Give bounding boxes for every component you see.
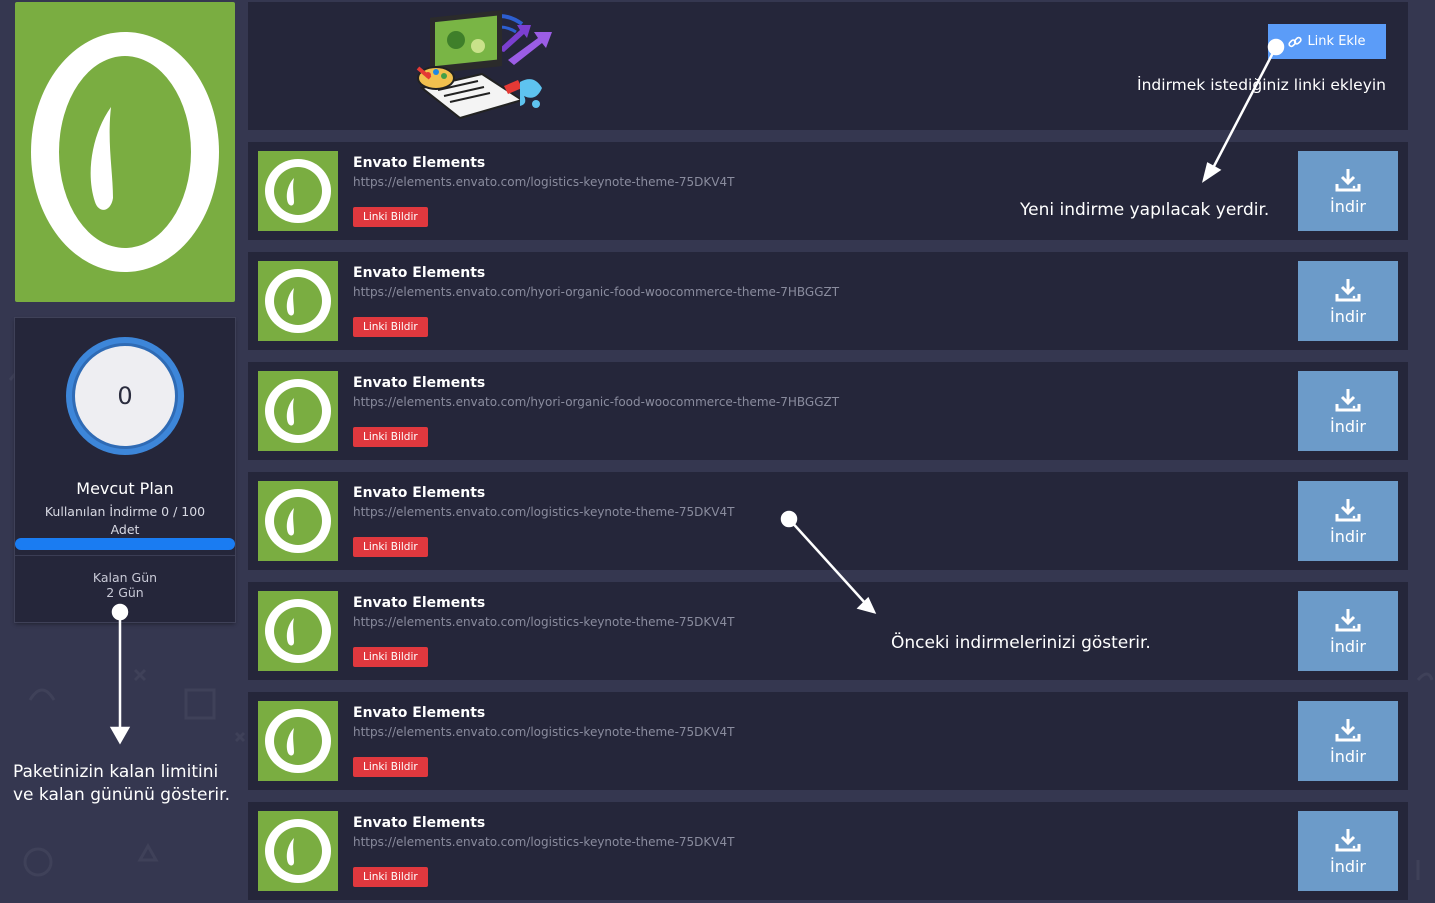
usage-gauge-value: 0 xyxy=(117,382,133,410)
annotation-previous-downloads: Önceki indirmelerinizi gösterir. xyxy=(891,633,1151,653)
remaining-days-label: Kalan Gün xyxy=(92,570,158,585)
download-button-label: İndir xyxy=(1329,526,1367,546)
download-row: Envato Elements https://elements.envato.… xyxy=(248,582,1408,680)
plan-panel: 0 Mevcut Plan Kullanılan İndirme 0 / 100… xyxy=(15,318,235,622)
download-button[interactable]: İndir xyxy=(1298,261,1398,341)
envato-thumbnail xyxy=(258,481,338,561)
annotation-package-line: Paketinizin kalan limitini xyxy=(13,762,219,782)
envato-leaf-icon xyxy=(265,709,331,773)
envato-leaf-icon xyxy=(265,489,331,553)
add-link-button[interactable]: Link Ekle xyxy=(1268,24,1386,59)
download-title: Envato Elements xyxy=(353,265,486,281)
download-row: Envato Elements https://elements.envato.… xyxy=(248,142,1408,240)
download-url[interactable]: https://elements.envato.com/logistics-ke… xyxy=(353,175,734,189)
report-link-button[interactable]: Linki Bildir xyxy=(353,647,428,667)
report-link-button[interactable]: Linki Bildir xyxy=(353,537,428,557)
download-title: Envato Elements xyxy=(353,485,486,501)
download-tray-icon xyxy=(1335,168,1361,191)
annotation-package: Paketinizin kalan limitini ve kalan günü… xyxy=(13,761,230,807)
add-link-panel: Link Ekle İndirmek istediğiniz linki ekl… xyxy=(248,2,1408,130)
plan-title: Mevcut Plan xyxy=(76,479,174,498)
download-title: Envato Elements xyxy=(353,375,486,391)
download-row: Envato Elements https://elements.envato.… xyxy=(248,802,1408,900)
download-title: Envato Elements xyxy=(353,155,486,171)
download-tray-icon xyxy=(1335,498,1361,521)
download-url[interactable]: https://elements.envato.com/logistics-ke… xyxy=(353,835,734,849)
download-tray-icon xyxy=(1335,828,1361,851)
annotation-new-download: Yeni indirme yapılacak yerdir. xyxy=(1020,200,1270,220)
report-link-button[interactable]: Linki Bildir xyxy=(353,427,428,447)
download-button[interactable]: İndir xyxy=(1298,371,1398,451)
design-laptop-illustration xyxy=(416,10,552,120)
remaining-days-value: 2 Gün xyxy=(106,585,144,600)
envato-leaf-icon xyxy=(265,269,331,333)
plan-usage-line: Kullanılan İndirme 0 / 100 xyxy=(44,504,206,519)
plan-usage-unit: Adet xyxy=(110,522,140,537)
download-tray-icon xyxy=(1335,718,1361,741)
download-button-label: İndir xyxy=(1329,416,1367,436)
download-button-label: İndir xyxy=(1329,636,1367,656)
download-title: Envato Elements xyxy=(353,595,486,611)
download-title: Envato Elements xyxy=(353,815,486,831)
envato-thumbnail xyxy=(258,591,338,671)
download-url[interactable]: https://elements.envato.com/logistics-ke… xyxy=(353,725,734,739)
download-url[interactable]: https://elements.envato.com/logistics-ke… xyxy=(353,615,734,629)
report-link-button[interactable]: Linki Bildir xyxy=(353,757,428,777)
download-tray-icon xyxy=(1335,608,1361,631)
download-button-label: İndir xyxy=(1329,196,1367,216)
brand-logo xyxy=(15,2,235,302)
divider xyxy=(15,555,235,556)
download-button[interactable]: İndir xyxy=(1298,591,1398,671)
download-tray-icon xyxy=(1335,388,1361,411)
download-button-label: İndir xyxy=(1329,856,1367,876)
envato-leaf-icon xyxy=(265,819,331,883)
download-row: Envato Elements https://elements.envato.… xyxy=(248,472,1408,570)
add-link-button-label: Link Ekle xyxy=(1307,34,1366,49)
download-button[interactable]: İndir xyxy=(1298,151,1398,231)
download-button[interactable]: İndir xyxy=(1298,701,1398,781)
download-tray-icon xyxy=(1335,278,1361,301)
report-link-button[interactable]: Linki Bildir xyxy=(353,317,428,337)
report-link-button[interactable]: Linki Bildir xyxy=(353,207,428,227)
download-button-label: İndir xyxy=(1329,306,1367,326)
download-url[interactable]: https://elements.envato.com/hyori-organi… xyxy=(353,395,839,409)
annotation-package-line: ve kalan gününü gösterir. xyxy=(13,785,230,805)
download-row: Envato Elements https://elements.envato.… xyxy=(248,252,1408,350)
envato-leaf-icon xyxy=(31,32,219,272)
download-button[interactable]: İndir xyxy=(1298,811,1398,891)
report-link-button[interactable]: Linki Bildir xyxy=(353,867,428,887)
add-link-hint: İndirmek istediğiniz linki ekleyin xyxy=(1137,76,1386,94)
usage-progress-bar xyxy=(15,538,235,550)
plan-usage-text: Kullanılan İndirme 0 / 100 Adet xyxy=(15,503,235,539)
download-title: Envato Elements xyxy=(353,705,486,721)
download-button[interactable]: İndir xyxy=(1298,481,1398,561)
envato-leaf-icon xyxy=(265,159,331,223)
link-icon xyxy=(1288,36,1303,47)
envato-thumbnail xyxy=(258,701,338,781)
remaining-days: Kalan Gün 2 Gün xyxy=(15,570,235,600)
envato-thumbnail xyxy=(258,261,338,341)
download-row: Envato Elements https://elements.envato.… xyxy=(248,362,1408,460)
envato-leaf-icon xyxy=(265,599,331,663)
envato-leaf-icon xyxy=(265,379,331,443)
download-button-label: İndir xyxy=(1329,746,1367,766)
download-url[interactable]: https://elements.envato.com/logistics-ke… xyxy=(353,505,734,519)
envato-thumbnail xyxy=(258,371,338,451)
download-row: Envato Elements https://elements.envato.… xyxy=(248,692,1408,790)
envato-thumbnail xyxy=(258,151,338,231)
download-url[interactable]: https://elements.envato.com/hyori-organi… xyxy=(353,285,839,299)
envato-thumbnail xyxy=(258,811,338,891)
